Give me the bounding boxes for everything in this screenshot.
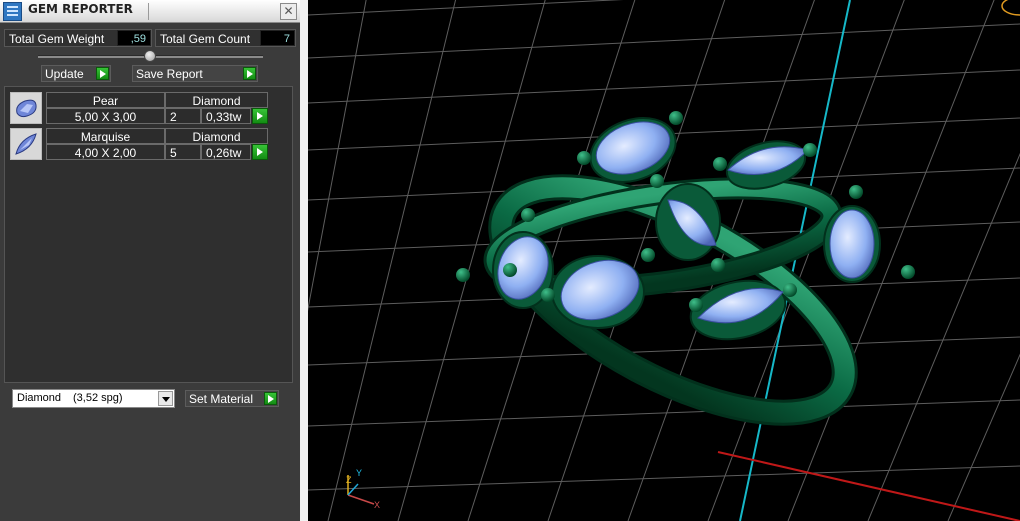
marquise-gem-icon: [10, 128, 42, 160]
gem-size: 4,00 X 2,00: [46, 144, 165, 160]
gem-material: Diamond: [165, 92, 268, 108]
slider-handle[interactable]: [144, 50, 156, 62]
save-report-button-label: Save Report: [136, 67, 203, 81]
ring-model[interactable]: [456, 107, 915, 458]
panel-divider[interactable]: [300, 0, 308, 521]
gem-quantity: 5: [165, 144, 201, 160]
gem-material: Diamond: [165, 128, 268, 144]
gem-list: Pear Diamond 5,00 X 3,00 2 0,33tw Marqui…: [4, 86, 293, 383]
grid: [308, 0, 1020, 521]
material-name: Diamond: [17, 392, 62, 404]
dropdown-arrow-icon[interactable]: [158, 391, 173, 406]
gem-quantity: 2: [165, 108, 201, 124]
set-material-button[interactable]: Set Material: [185, 390, 279, 407]
window-title: GEM REPORTER: [28, 2, 133, 16]
go-arrow-icon[interactable]: [252, 108, 268, 124]
title-separator: [148, 3, 149, 20]
material-dropdown[interactable]: Diamond (3,52 spg): [12, 389, 175, 408]
title-bar[interactable]: GEM REPORTER ✕: [0, 0, 300, 23]
go-arrow-icon[interactable]: [252, 144, 268, 160]
gem-row-pear[interactable]: Pear Diamond 5,00 X 3,00 2 0,33tw: [10, 92, 272, 124]
axis-label-y: Y: [356, 468, 362, 478]
pear-gem-icon: [10, 92, 42, 124]
go-arrow-icon: [243, 67, 256, 80]
gem-weight: 0,33tw: [201, 108, 251, 124]
3d-viewport[interactable]: Z Y X: [308, 0, 1020, 521]
gem-size: 5,00 X 3,00: [46, 108, 165, 124]
save-report-button[interactable]: Save Report: [132, 65, 258, 82]
total-gem-count-label: Total Gem Count: [160, 32, 251, 46]
set-material-button-label: Set Material: [189, 392, 254, 406]
material-density: (3,52 spg): [73, 392, 123, 404]
axis-label-z: Z: [346, 475, 352, 485]
gem-shape: Pear: [46, 92, 165, 108]
update-button-label: Update: [45, 67, 84, 81]
total-gem-weight-value: ,59: [117, 30, 151, 46]
total-gem-weight-label: Total Gem Weight: [9, 32, 105, 46]
ring-scene: Z Y X: [308, 0, 1020, 521]
total-gem-count-box: Total Gem Count 7: [155, 29, 296, 47]
go-arrow-icon: [96, 67, 109, 80]
app-icon: [3, 2, 22, 21]
gem-row-marquise[interactable]: Marquise Diamond 4,00 X 2,00 5 0,26tw: [10, 128, 272, 160]
axis-label-x: X: [374, 500, 380, 510]
total-gem-weight-box: Total Gem Weight ,59: [4, 29, 152, 47]
update-button[interactable]: Update: [41, 65, 111, 82]
go-arrow-icon: [264, 392, 277, 405]
camera-gizmo[interactable]: [1001, 0, 1020, 16]
gem-weight: 0,26tw: [201, 144, 251, 160]
gem-reporter-panel: GEM REPORTER ✕ Total Gem Weight ,59 Tota…: [0, 0, 302, 521]
close-icon[interactable]: ✕: [280, 3, 297, 20]
x-axis-line: [717, 451, 1020, 521]
gem-shape: Marquise: [46, 128, 165, 144]
total-gem-count-value: 7: [260, 30, 295, 46]
